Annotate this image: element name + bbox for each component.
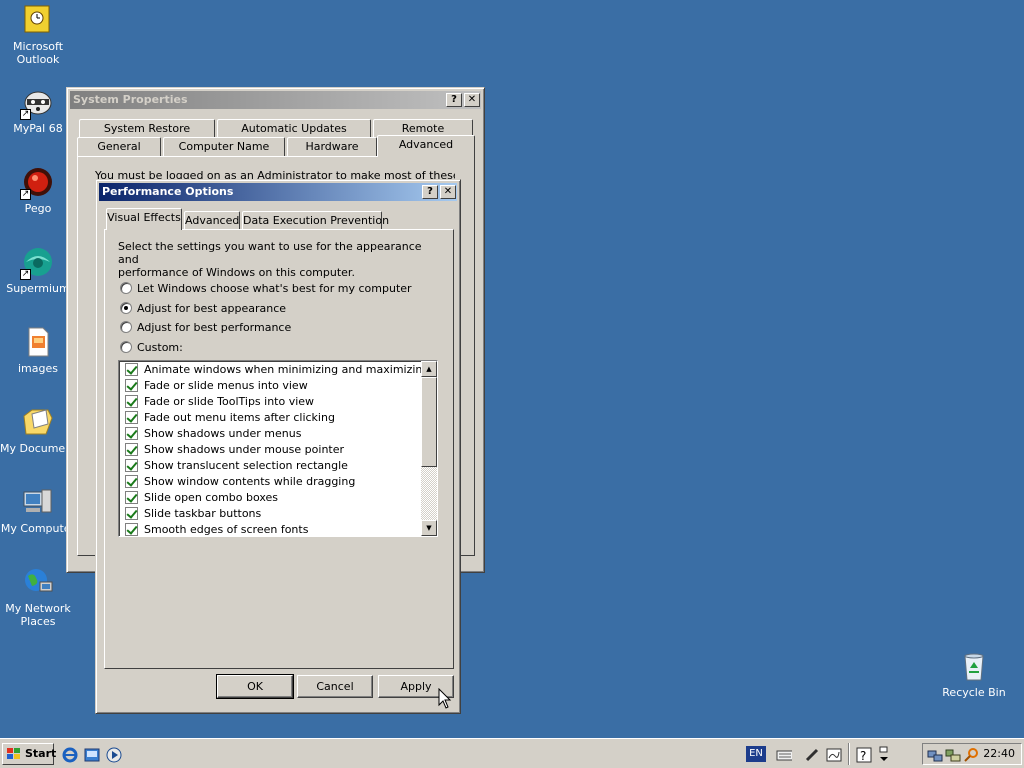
desktop-icon-pego[interactable]: ↗ Pego: [0, 166, 76, 215]
close-button[interactable]: ✕: [440, 185, 456, 199]
list-item[interactable]: Show shadows under menus: [119, 426, 421, 442]
scroll-up-icon[interactable]: ▲: [421, 361, 437, 377]
list-item[interactable]: Slide taskbar buttons: [119, 506, 421, 522]
supermium-icon: ↗: [20, 246, 54, 280]
svg-text:?: ?: [860, 749, 866, 763]
internet-explorer-icon[interactable]: [62, 747, 78, 763]
dialog-title: Performance Options: [102, 185, 234, 198]
tab-system-restore[interactable]: System Restore: [79, 119, 215, 139]
pego-icon: ↗: [20, 166, 54, 200]
mouse-cursor-icon: [438, 688, 452, 709]
radio-best-performance[interactable]: Adjust for best performance: [120, 320, 291, 336]
radio-best-appearance[interactable]: Adjust for best appearance: [120, 301, 286, 317]
cancel-button[interactable]: Cancel: [297, 675, 373, 698]
shortcut-arrow-icon: ↗: [20, 189, 31, 200]
tab-visual-effects[interactable]: Visual Effects: [106, 208, 182, 230]
folder-documents-icon: [22, 406, 54, 438]
radio-circle: [120, 321, 132, 333]
close-button[interactable]: ✕: [464, 93, 480, 107]
search-icon[interactable]: [963, 747, 979, 763]
list-item[interactable]: Fade or slide menus into view: [119, 378, 421, 394]
network-status-icon[interactable]: [945, 747, 961, 763]
options-menu-icon[interactable]: [878, 745, 894, 761]
network-connection-icon[interactable]: [927, 747, 943, 763]
system-properties-titlebar[interactable]: System Properties ? ✕: [70, 91, 481, 109]
checkbox-checked[interactable]: [125, 363, 138, 376]
desktop-icon-mypal[interactable]: ↗ MyPal 68: [0, 86, 76, 135]
help-icon[interactable]: ?: [856, 747, 872, 763]
list-item[interactable]: Slide open combo boxes: [119, 490, 421, 506]
shortcut-arrow-icon: ↗: [20, 109, 31, 120]
checkbox-checked[interactable]: [125, 379, 138, 392]
list-item[interactable]: Show translucent selection rectangle: [119, 458, 421, 474]
checkbox-checked[interactable]: [125, 443, 138, 456]
checkbox-checked[interactable]: [125, 475, 138, 488]
taskbar-clock[interactable]: 22:40: [983, 747, 1015, 760]
help-button[interactable]: ?: [446, 93, 462, 107]
help-button[interactable]: ?: [422, 185, 438, 199]
desktop-icon-recycle-bin[interactable]: Recycle Bin: [936, 650, 1012, 699]
performance-options-titlebar[interactable]: Performance Options ? ✕: [99, 183, 457, 201]
checkbox-checked[interactable]: [125, 427, 138, 440]
radio-let-windows-choose[interactable]: Let Windows choose what's best for my co…: [120, 281, 412, 297]
window-title: System Properties: [73, 93, 188, 106]
tab-advanced[interactable]: Advanced: [184, 211, 240, 231]
taskbar: Start EN ? 22:40: [0, 738, 1024, 768]
network-globe-icon: [22, 566, 54, 598]
tab-advanced[interactable]: Advanced: [377, 135, 475, 157]
tab-computer-name[interactable]: Computer Name: [163, 137, 285, 157]
radio-custom[interactable]: Custom:: [120, 340, 183, 356]
scrollbar-thumb[interactable]: [421, 377, 437, 467]
handwriting-pad-icon[interactable]: [826, 747, 842, 763]
desktop-icon-my-documents[interactable]: My Documents: [0, 406, 76, 455]
desktop-icon-outlook[interactable]: Microsoft Outlook: [0, 4, 76, 66]
list-item[interactable]: Fade or slide ToolTips into view: [119, 394, 421, 410]
ok-button[interactable]: OK: [216, 674, 294, 699]
radio-circle: [120, 341, 132, 353]
list-item[interactable]: Show shadows under mouse pointer: [119, 442, 421, 458]
show-desktop-icon[interactable]: [84, 747, 100, 763]
list-item[interactable]: Smooth edges of screen fonts: [119, 522, 421, 536]
shortcut-arrow-icon: ↗: [20, 269, 31, 280]
checkbox-checked[interactable]: [125, 491, 138, 504]
checkbox-checked[interactable]: [125, 459, 138, 472]
desktop-icon-images[interactable]: images: [0, 326, 76, 375]
mypal-icon: ↗: [20, 86, 54, 120]
desktop-icon-my-computer[interactable]: My Computer: [0, 486, 76, 535]
desktop-icon-my-network-places[interactable]: My Network Places: [0, 566, 76, 628]
tab-automatic-updates[interactable]: Automatic Updates: [217, 119, 371, 139]
list-item[interactable]: Animate windows when minimizing and maxi…: [119, 362, 429, 378]
tab-data-execution-prevention[interactable]: Data Execution Prevention: [242, 211, 389, 231]
list-item[interactable]: Show window contents while dragging: [119, 474, 421, 490]
scroll-down-icon[interactable]: ▼: [421, 520, 437, 536]
radio-circle: [120, 282, 132, 294]
pen-icon[interactable]: [804, 747, 820, 763]
computer-icon: [22, 486, 54, 518]
separator: [848, 743, 850, 765]
desktop-icon-supermium[interactable]: ↗ Supermium: [0, 246, 76, 295]
checkbox-checked[interactable]: [125, 395, 138, 408]
windows-logo-icon: [7, 748, 20, 759]
tab-general[interactable]: General: [77, 137, 161, 157]
checkbox-checked[interactable]: [125, 523, 138, 536]
outlook-icon: [22, 4, 54, 36]
checkbox-checked[interactable]: [125, 411, 138, 424]
language-indicator[interactable]: EN: [746, 746, 766, 762]
tab-hardware[interactable]: Hardware: [287, 137, 377, 157]
system-tray: 22:40: [922, 743, 1022, 765]
description: Select the settings you want to use for …: [118, 240, 422, 279]
checkbox-checked[interactable]: [125, 507, 138, 520]
image-file-icon: [22, 326, 54, 358]
radio-circle-selected: [120, 302, 132, 314]
start-button[interactable]: Start: [2, 743, 56, 765]
visual-effects-list[interactable]: Animate windows when minimizing and maxi…: [118, 360, 438, 537]
vertical-scrollbar[interactable]: ▲ ▼: [421, 361, 437, 536]
keyboard-icon[interactable]: [776, 747, 792, 763]
media-player-icon[interactable]: [106, 747, 122, 763]
list-item[interactable]: Fade out menu items after clicking: [119, 410, 421, 426]
recycle-bin-icon: [958, 650, 990, 682]
